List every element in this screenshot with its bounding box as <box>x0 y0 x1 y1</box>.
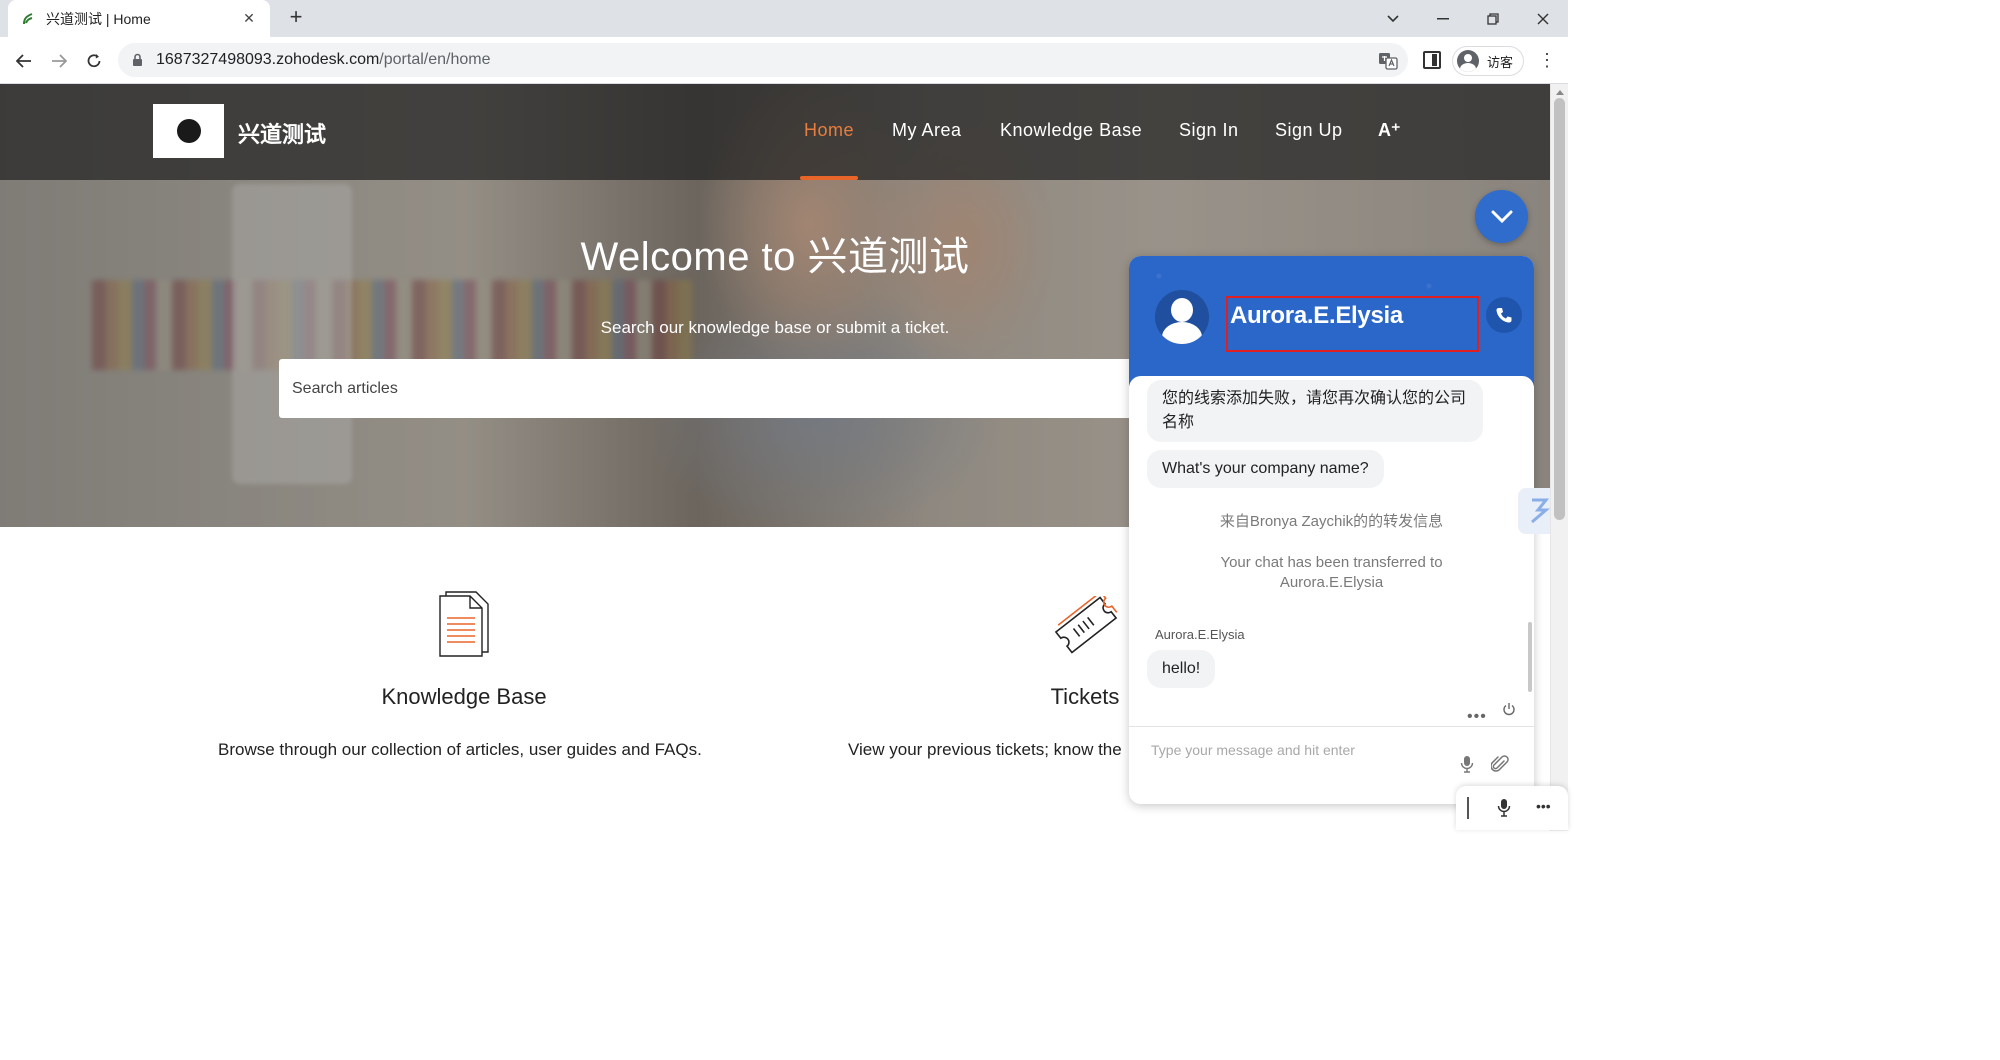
end-chat-icon[interactable] <box>1502 702 1516 716</box>
voice-more-icon[interactable]: ••• <box>1536 798 1551 814</box>
chat-scrollbar[interactable] <box>1528 622 1532 692</box>
scroll-up-icon[interactable] <box>1556 90 1564 95</box>
chat-minimize-button[interactable] <box>1475 190 1528 243</box>
document-icon[interactable] <box>438 588 492 663</box>
tickets-card-description: View your previous tickets; know the <box>848 740 1122 759</box>
portal-header: 兴道测试 Home My Area Knowledge Base Sign In… <box>0 84 1550 180</box>
url-host: 1687327498093.zohodesk.com <box>156 51 380 68</box>
close-window-icon[interactable] <box>1518 0 1568 37</box>
kb-card-description: Browse through our collection of article… <box>218 740 702 759</box>
page-scrollbar[interactable] <box>1550 84 1568 831</box>
lock-icon <box>132 53 146 67</box>
new-tab-button[interactable]: + <box>284 6 308 30</box>
browser-toolbar: 1687327498093.zohodesk.com/portal/en/hom… <box>0 37 1568 84</box>
browser-tab-bar: 兴道测试 | Home ✕ + <box>0 0 1568 37</box>
tab-search-icon[interactable] <box>1368 0 1418 37</box>
system-message: Your chat has been transferred to Aurora… <box>1220 554 1443 591</box>
nav-sign-up[interactable]: Sign Up <box>1275 120 1343 141</box>
floating-brand-icon <box>1531 498 1551 524</box>
browser-menu-icon[interactable]: ⋮ <box>1538 49 1556 73</box>
chevron-down-icon <box>1491 210 1512 223</box>
portal-logo[interactable] <box>153 104 224 158</box>
ticket-icon[interactable] <box>1052 590 1120 659</box>
call-button[interactable] <box>1486 297 1522 333</box>
scrollbar-thumb[interactable] <box>1554 98 1565 520</box>
nav-sign-in[interactable]: Sign In <box>1179 120 1239 141</box>
brand-name[interactable]: 兴道测试 <box>238 117 326 149</box>
back-arrow-icon[interactable] <box>10 47 38 75</box>
nav-knowledge-base[interactable]: Knowledge Base <box>1000 120 1142 141</box>
chat-widget: Aurora.E.Elysia 您的线索添加失败，请您再次确认您的公司名称 Wh… <box>1129 256 1534 804</box>
chat-message: hello! <box>1147 650 1216 688</box>
profile-button[interactable]: 访客 <box>1452 46 1524 76</box>
forward-arrow-icon[interactable] <box>45 47 73 75</box>
phone-icon <box>1496 308 1512 323</box>
more-options-icon[interactable]: ••• <box>1467 708 1487 726</box>
reload-icon[interactable] <box>80 47 108 75</box>
tab-close-icon[interactable]: ✕ <box>240 10 258 27</box>
address-bar[interactable]: 1687327498093.zohodesk.com/portal/en/hom… <box>118 43 1408 77</box>
agent-avatar-icon <box>1155 290 1209 344</box>
seal-logo-icon <box>176 119 201 143</box>
profile-label: 访客 <box>1487 54 1514 70</box>
minimize-icon[interactable] <box>1418 0 1468 37</box>
zoho-desk-favicon-icon <box>20 11 36 27</box>
font-size-icon[interactable]: A⁺ <box>1378 120 1401 141</box>
message-sender: Aurora.E.Elysia <box>1155 627 1245 642</box>
side-panel-icon[interactable] <box>1423 51 1441 69</box>
restore-icon[interactable] <box>1468 0 1518 37</box>
chat-header: Aurora.E.Elysia <box>1129 256 1534 386</box>
chat-message: What's your company name? <box>1147 450 1384 488</box>
chat-message: 您的线索添加失败，请您再次确认您的公司名称 <box>1147 380 1483 442</box>
tab-title: 兴道测试 | Home <box>46 10 151 27</box>
avatar-icon <box>1457 50 1479 72</box>
side-floating-tab[interactable] <box>1518 488 1551 534</box>
text-cursor-icon <box>1467 797 1469 819</box>
kb-card-title[interactable]: Knowledge Base <box>364 684 564 710</box>
voice-mic-icon[interactable] <box>1496 798 1512 818</box>
voice-toolbar: ••• <box>1456 786 1568 830</box>
chat-messages: 您的线索添加失败，请您再次确认您的公司名称 What's your compan… <box>1129 376 1534 726</box>
url-path: /portal/en/home <box>379 51 491 68</box>
attachment-icon[interactable] <box>1490 754 1509 774</box>
browser-tab[interactable]: 兴道测试 | Home ✕ <box>8 0 270 37</box>
translate-icon[interactable] <box>1378 51 1398 71</box>
search-input[interactable] <box>279 359 1179 418</box>
chat-message-input[interactable] <box>1151 737 1451 763</box>
nav-home[interactable]: Home <box>804 120 854 141</box>
active-nav-indicator <box>800 176 858 180</box>
agent-name-highlight-box <box>1226 296 1479 352</box>
microphone-icon[interactable] <box>1459 755 1475 773</box>
nav-my-area[interactable]: My Area <box>892 120 962 141</box>
system-message: 来自Bronya Zaychik的的转发信息 <box>1219 513 1444 530</box>
